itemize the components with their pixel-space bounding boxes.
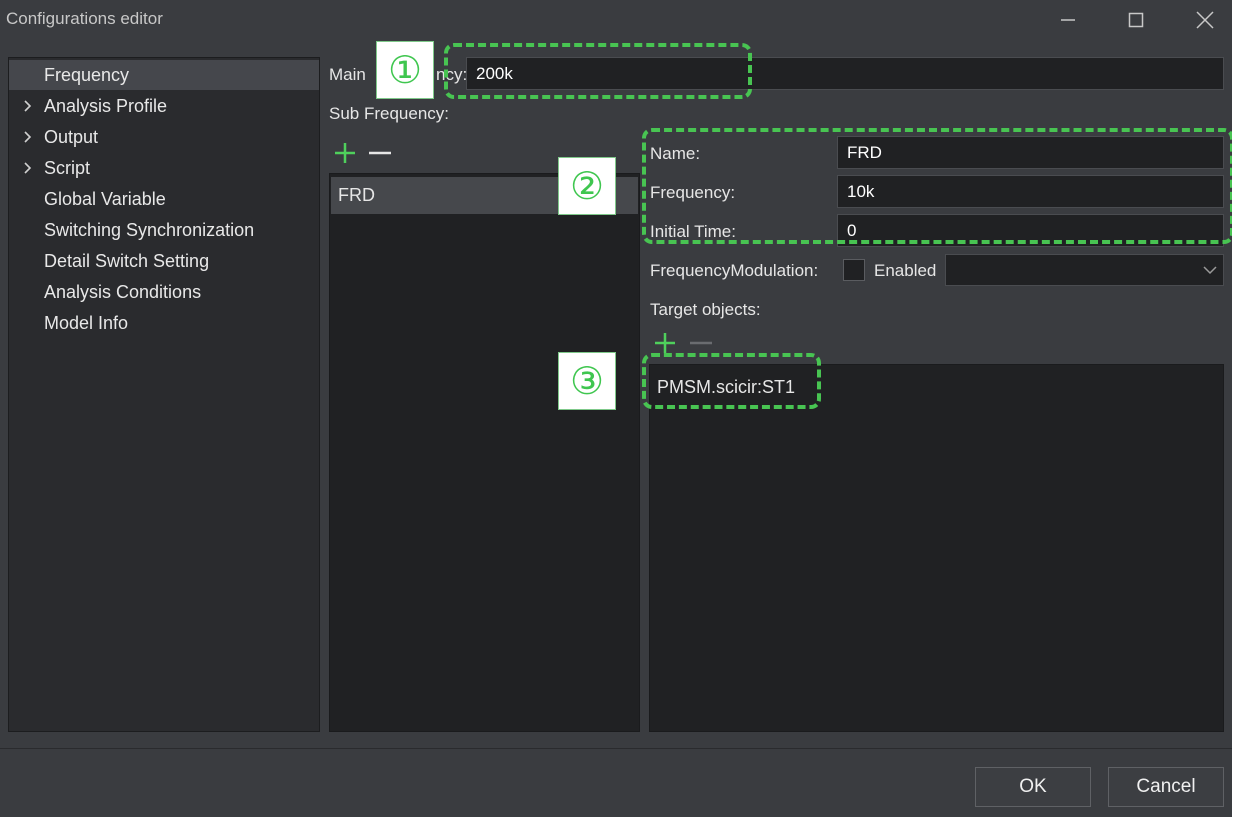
modulation-select[interactable] [945,254,1224,286]
tree-item-label: Switching Synchronization [44,220,255,240]
maximize-button[interactable] [1114,4,1158,36]
config-tree: Frequency Analysis Profile Output Script… [8,57,320,732]
tree-item-detail-switch-setting[interactable]: Detail Switch Setting [9,246,319,276]
tree-item-label: Script [44,158,91,178]
tree-item-output[interactable]: Output [9,122,319,152]
ok-button[interactable]: OK [975,767,1091,807]
tree-item-label: Output [44,127,99,147]
footer-divider [0,748,1232,749]
tree-item-model-info[interactable]: Model Info [9,308,319,338]
minimize-icon [1061,19,1075,21]
window-title: Configurations editor [6,9,163,28]
modulation-enabled-checkbox[interactable] [843,259,865,281]
maximize-icon [1128,12,1144,28]
add-sub-frequency-icon[interactable] [333,141,357,165]
tree-item-switching-synchronization[interactable]: Switching Synchronization [9,215,319,245]
marker-2: ② [558,157,616,215]
marker-1: ① [376,41,434,99]
tree-item-script[interactable]: Script [9,153,319,183]
tree-item-global-variable[interactable]: Global Variable [9,184,319,214]
remove-target-icon[interactable] [688,331,714,355]
chevron-right-icon[interactable] [23,122,33,152]
tree-item-analysis-conditions[interactable]: Analysis Conditions [9,277,319,307]
sub-frequency-list: FRD [329,173,640,732]
tree-item-label: Analysis Conditions [44,282,202,302]
main-frequency-label: Main [329,65,366,84]
close-button[interactable] [1183,4,1227,36]
target-objects-list: PMSM.scicir:ST1 [649,364,1224,732]
cancel-button[interactable]: Cancel [1108,767,1224,807]
add-target-icon[interactable] [653,331,677,355]
tree-item-label: Analysis Profile [44,96,168,116]
remove-sub-frequency-icon[interactable] [367,141,393,165]
minimize-button[interactable] [1046,4,1090,36]
tree-item-label: Detail Switch Setting [44,251,210,271]
frequency-modulation-label: FrequencyModulation: [650,261,819,280]
sub-frequency-label: Sub Frequency: [329,104,450,123]
highlight-box-1 [444,43,752,99]
tree-item-frequency[interactable]: Frequency [9,60,319,90]
chevron-right-icon[interactable] [23,153,33,183]
target-objects-label: Target objects: [650,300,761,319]
marker-3: ③ [558,352,616,410]
tree-item-label: Global Variable [44,189,166,209]
close-icon [1196,11,1214,29]
tree-item-label: Model Info [44,313,129,333]
highlight-box-3 [642,353,821,409]
tree-item-analysis-profile[interactable]: Analysis Profile [9,91,319,121]
chevron-right-icon[interactable] [23,91,33,121]
enabled-label: Enabled [874,261,937,280]
tree-item-label: Frequency [44,65,130,85]
chevron-down-icon [1203,266,1217,275]
highlight-box-2 [642,128,1234,244]
